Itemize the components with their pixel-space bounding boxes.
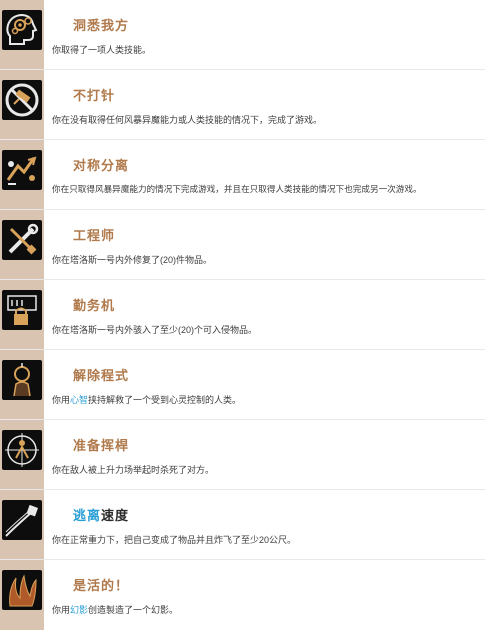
desc-text: 创造製造了一个幻影。 [88,605,179,615]
achievement-row: 逃离速度 你在正常重力下，把自己变成了物品并且炸飞了至少20公尺。 [0,490,485,560]
achievement-row: 解除程式 你用心智挟持解救了一个受到心灵控制的人类。 [0,350,485,420]
title-text: 速度 [101,508,130,523]
achievement-row: 工程师 你在塔洛斯一号内外修复了(20)件物品。 [0,210,485,280]
ability-link[interactable]: 幻影 [70,605,88,615]
achievement-description: 你在塔洛斯一号内外骇入了至少(20)个可入侵物品。 [52,325,258,335]
ability-link[interactable]: 逃离 [73,508,101,523]
lock-circuit-icon [2,290,42,330]
achievement-title: 是活的！ [73,578,130,593]
achievement-title: 不打针 [73,88,116,103]
achievement-title: 勤务机 [73,298,116,313]
achievement-row: 准备挥桿 你在敌人被上升力场举起时杀死了对方。 [0,420,485,490]
achievement-title: 工程师 [73,228,116,243]
achievement-list: 洞悉我方 你取得了一项人类技能。 不打针 你在没有取得任何风暴异魔能力或人类技能… [0,0,485,630]
desc-text: 你用 [52,395,71,405]
achievement-title: 解除程式 [73,368,130,383]
achievement-description: 你在塔洛斯一号内外修复了(20)件物品。 [52,255,213,265]
achievement-row: 洞悉我方 你取得了一项人类技能。 [0,0,485,70]
achievement-row: 勤务机 你在塔洛斯一号内外骇入了至少(20)个可入侵物品。 [0,280,485,350]
achievement-description: 你在敌人被上升力场举起时杀死了对方。 [52,465,215,475]
achievement-description: 你在没有取得任何风暴异魔能力或人类技能的情况下，完成了游戏。 [52,115,323,125]
achievement-description: 你在只取得风暴异魔能力的情况下完成游戏，并且在只取得人类技能的情况下也完成另一次… [52,184,422,194]
desc-text: 挟持解救了一个受到心灵控制的人类。 [88,395,242,405]
wrench-screwdriver-icon [2,220,42,260]
achievement-title: 洞悉我方 [73,18,130,33]
freed-mind-icon [2,360,42,400]
desc-text: 你用 [52,605,71,615]
achievement-title: 逃离速度 [73,505,129,524]
no-syringe-icon [2,80,42,120]
split-symmetry-icon [2,150,42,190]
ability-link[interactable]: 心智 [70,395,88,405]
achievement-description: 你在正常重力下，把自己变成了物品并且炸飞了至少20公尺。 [52,535,297,545]
achievement-row: 是活的！ 你用幻影创造製造了一个幻影。 [0,560,485,630]
achievement-description: 你用心智挟持解救了一个受到心灵控制的人类。 [52,393,241,406]
achievement-row: 不打针 你在没有取得任何风暴异魔能力或人类技能的情况下，完成了游戏。 [0,70,485,140]
achievement-title: 准备挥桿 [73,438,130,453]
phantom-icon [2,570,42,610]
achievement-description: 你取得了一项人类技能。 [52,45,152,55]
brain-gears-icon [2,10,42,50]
target-figure-icon [2,430,42,470]
flying-object-icon [2,500,42,540]
achievement-description: 你用幻影创造製造了一个幻影。 [52,603,178,616]
achievement-row: 对称分离 你在只取得风暴异魔能力的情况下完成游戏，并且在只取得人类技能的情况下也… [0,140,485,210]
achievement-title: 对称分离 [73,158,130,173]
